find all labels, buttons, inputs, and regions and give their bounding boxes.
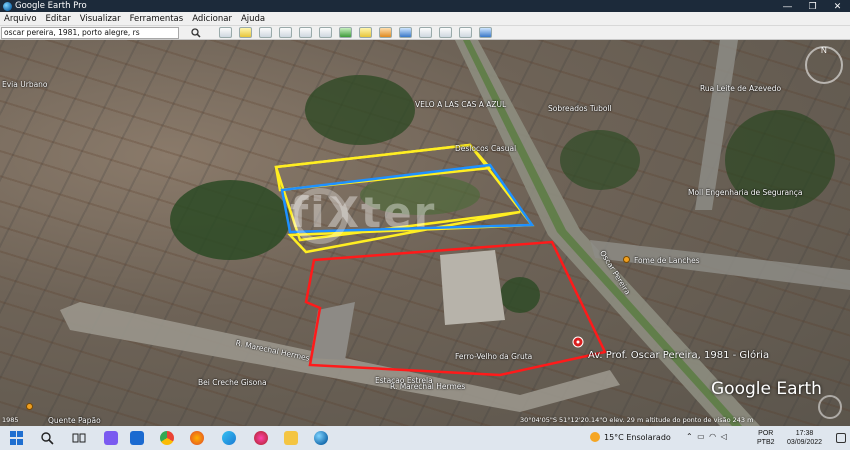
compass-control[interactable]: N xyxy=(805,46,843,84)
imagery-year: 1985 xyxy=(2,416,19,424)
google-earth-taskbar-icon[interactable] xyxy=(314,431,328,445)
language-indicator[interactable]: POR PTB2 xyxy=(757,429,775,447)
ruler-icon[interactable] xyxy=(399,27,412,38)
search-input[interactable]: oscar pereira, 1981, porto alegre, rs xyxy=(1,27,179,39)
desktop-icon[interactable] xyxy=(130,431,144,445)
language-bottom: PTB2 xyxy=(757,439,775,446)
search-button[interactable] xyxy=(187,27,205,39)
notifications-icon[interactable] xyxy=(836,433,846,443)
clock-date: 03/09/2022 xyxy=(787,439,823,446)
place-pin-quente-papao[interactable] xyxy=(26,403,33,410)
volume-icon[interactable]: ◁ xyxy=(721,432,727,441)
close-button[interactable]: ✕ xyxy=(825,0,850,12)
place-label-moll[interactable]: Moll Engenharia de Segurança xyxy=(688,188,803,197)
window-title: Google Earth Pro xyxy=(15,1,87,11)
place-label-sobreados[interactable]: Sobreados Tuboll xyxy=(548,104,612,113)
record-tour-icon[interactable] xyxy=(319,27,332,38)
save-image-icon[interactable] xyxy=(459,27,472,38)
wifi-icon[interactable]: ◠ xyxy=(709,432,716,441)
right-street xyxy=(590,240,850,290)
warehouse-roof xyxy=(440,250,505,325)
path-icon[interactable] xyxy=(279,27,292,38)
search-icon[interactable] xyxy=(40,431,54,445)
place-label-estacao[interactable]: Estacao Estrela xyxy=(375,376,433,385)
task-view-icon[interactable] xyxy=(72,431,86,445)
road-label-leite: Rua Leite de Azevedo xyxy=(700,84,782,93)
menu-editar[interactable]: Editar xyxy=(46,14,71,24)
coordinates-status: 30°04'05"S 51°12'20.14"O elev. 29 m alti… xyxy=(520,416,754,424)
map-view[interactable]: fiXter N Evia Urbano VELO A LAS CAS A AZ… xyxy=(0,40,850,426)
chevron-up-icon[interactable]: ⌃ xyxy=(686,432,693,441)
menu-adicionar[interactable]: Adicionar xyxy=(192,14,232,24)
search-icon xyxy=(191,28,201,38)
menu-ferramentas[interactable]: Ferramentas xyxy=(130,14,184,24)
title-bar: Google Earth Pro — ❐ ✕ xyxy=(0,0,850,12)
weather-text: Ensolarado xyxy=(626,432,671,442)
image-overlay-icon[interactable] xyxy=(299,27,312,38)
place-label-deslocos[interactable]: Deslocos Casual xyxy=(455,144,516,153)
teams-icon[interactable] xyxy=(104,431,118,445)
minimize-button[interactable]: — xyxy=(775,0,800,12)
historical-imagery-icon[interactable] xyxy=(339,27,352,38)
clock-time: 17:38 xyxy=(795,430,814,437)
file-explorer-icon[interactable] xyxy=(284,431,298,445)
email-icon[interactable] xyxy=(419,27,432,38)
vegetation-patch xyxy=(500,277,540,313)
print-icon[interactable] xyxy=(439,27,452,38)
maximize-button[interactable]: ❐ xyxy=(800,0,825,12)
sunlight-icon[interactable] xyxy=(359,27,372,38)
toolbar-row: oscar pereira, 1981, porto alegre, rs xyxy=(0,26,850,40)
network-icon[interactable]: ▭ xyxy=(697,432,705,441)
place-label-casa-azul[interactable]: VELO A LAS CAS A AZUL xyxy=(415,100,506,109)
address-label[interactable]: Av. Prof. Oscar Pereira, 1981 - Glória xyxy=(588,350,769,361)
placemark-icon[interactable] xyxy=(239,27,252,38)
menu-ajuda[interactable]: Ajuda xyxy=(241,14,265,24)
planets-icon[interactable] xyxy=(379,27,392,38)
hide-sidebar-icon[interactable] xyxy=(219,27,232,38)
vegetation-patch xyxy=(560,130,640,190)
windows-start-icon[interactable] xyxy=(10,431,24,445)
menu-visualizar[interactable]: Visualizar xyxy=(80,14,121,24)
compass-north-label: N xyxy=(821,46,827,55)
watermark: fiXter xyxy=(290,188,437,237)
vegetation-patch xyxy=(170,180,290,260)
google-earth-icon xyxy=(3,1,12,11)
place-pin-fome[interactable] xyxy=(623,256,630,263)
place-label-quente-papao[interactable]: Quente Papão xyxy=(48,416,101,425)
app-icon[interactable] xyxy=(254,431,268,445)
google-earth-logo: Google Earth xyxy=(711,379,822,399)
sun-icon xyxy=(590,432,600,442)
place-label-creche[interactable]: Bei Creche Gisona xyxy=(198,378,267,387)
window-controls: — ❐ ✕ xyxy=(775,0,850,12)
polygon-icon[interactable] xyxy=(259,27,272,38)
taskbar: 15°C Ensolarado ⌃ ▭ ◠ ◁ POR PTB2 17:38 0… xyxy=(0,426,850,450)
system-tray: ⌃ ▭ ◠ ◁ xyxy=(686,432,727,441)
edge-icon[interactable] xyxy=(222,431,236,445)
vegetation-patch xyxy=(305,75,415,145)
view-in-maps-icon[interactable] xyxy=(479,27,492,38)
clock[interactable]: 17:38 03/09/2022 xyxy=(787,429,822,447)
place-label-evia[interactable]: Evia Urbano xyxy=(2,80,48,89)
weather-widget[interactable]: 15°C Ensolarado xyxy=(590,432,671,442)
vertical-street xyxy=(695,40,738,210)
menu-arquivo[interactable]: Arquivo xyxy=(4,14,37,24)
location-pin[interactable] xyxy=(572,336,584,348)
navigation-control[interactable] xyxy=(818,395,842,419)
firefox-icon[interactable] xyxy=(190,431,204,445)
chrome-icon[interactable] xyxy=(160,431,174,445)
menu-bar: Arquivo Editar Visualizar Ferramentas Ad… xyxy=(0,12,850,26)
place-label-fome[interactable]: Fome de Lanches xyxy=(634,256,700,265)
place-label-ferro-velho[interactable]: Ferro-Velho da Gruta xyxy=(455,352,532,361)
weather-temp: 15°C xyxy=(604,432,624,442)
language-top: POR xyxy=(758,430,774,437)
toolbar-icons xyxy=(219,27,499,39)
